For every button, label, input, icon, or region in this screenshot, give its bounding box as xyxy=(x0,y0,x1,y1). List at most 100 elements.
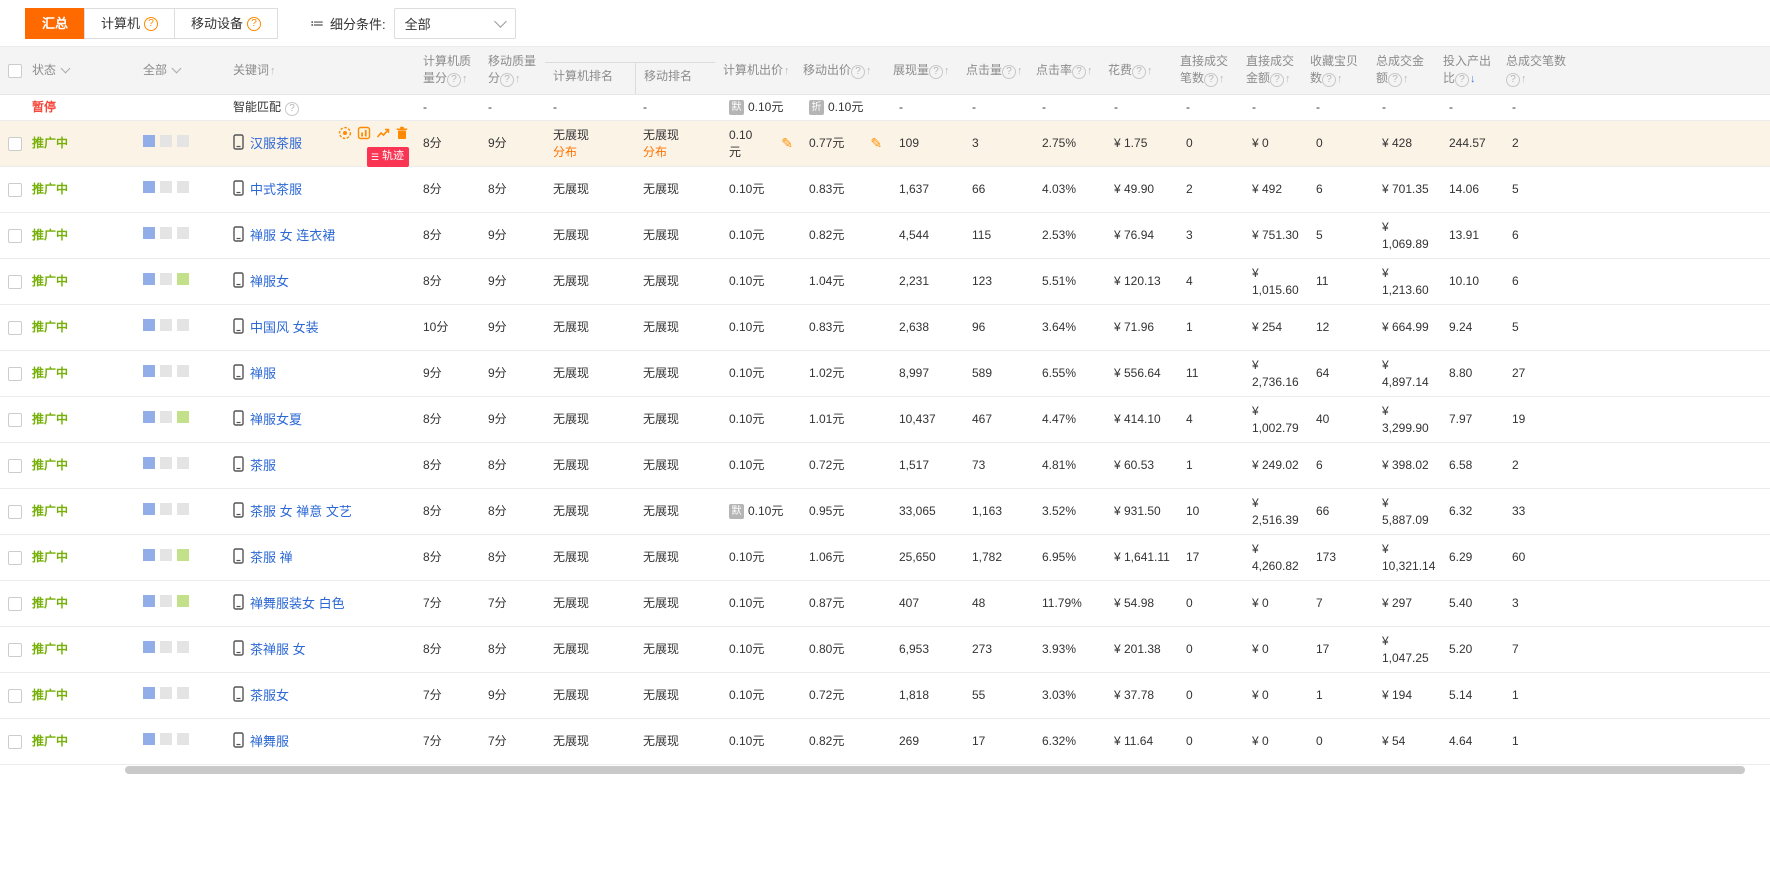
sort-asc-icon[interactable]: ↑ xyxy=(462,73,468,85)
edit-bid-icon[interactable]: ✎ xyxy=(870,135,882,152)
row-checkbox[interactable] xyxy=(8,597,22,611)
column-label[interactable]: 状态 xyxy=(32,63,56,77)
rank-distribution-link[interactable]: 分布 xyxy=(643,144,713,161)
sort-asc-icon[interactable]: ↑ xyxy=(1337,73,1343,85)
keyword-link[interactable]: 中国风 女装 xyxy=(250,320,319,335)
keyword-link[interactable]: 禅舞服 xyxy=(250,734,289,749)
mobile-bid-cell-content: 0.72元 xyxy=(809,687,883,704)
sort-asc-icon[interactable]: ↑ xyxy=(1219,73,1225,85)
column-label[interactable]: 总成交笔数 xyxy=(1506,54,1566,68)
row-checkbox[interactable] xyxy=(8,367,22,381)
keyword-link[interactable]: 汉服茶服 xyxy=(250,136,302,151)
keyword-link[interactable]: 禅舞服装女 白色 xyxy=(250,596,345,611)
keyword-link[interactable]: 茶服 禅 xyxy=(250,550,293,565)
report-icon[interactable] xyxy=(357,126,371,140)
row-checkbox[interactable] xyxy=(8,321,22,335)
delete-icon[interactable] xyxy=(395,126,409,140)
help-icon[interactable]: ? xyxy=(500,73,514,87)
track-badge[interactable]: ☰轨迹 xyxy=(367,147,409,167)
impressions-cell-value: 407 xyxy=(899,596,919,610)
roi-cell: 10.10 xyxy=(1435,259,1498,305)
sort-asc-icon[interactable]: ↑ xyxy=(1285,73,1291,85)
row-checkbox[interactable] xyxy=(8,643,22,657)
help-icon[interactable]: ? xyxy=(851,65,865,79)
keyword-link[interactable]: 禅服女 xyxy=(250,274,289,289)
row-checkbox[interactable] xyxy=(8,459,22,473)
segment-filter-select[interactable]: 全部 xyxy=(394,8,516,39)
tab-computer[interactable]: 计算机 ? xyxy=(84,8,175,39)
help-icon[interactable]: ? xyxy=(447,73,461,87)
rank-subheader[interactable]: 计算机排名 xyxy=(545,62,635,94)
impressions-cell: - xyxy=(885,95,958,121)
help-icon[interactable]: ? xyxy=(1132,65,1146,79)
sort-asc-icon[interactable]: ↑ xyxy=(1147,65,1153,77)
help-icon[interactable]: ? xyxy=(247,17,261,31)
help-icon[interactable]: ? xyxy=(144,17,158,31)
favorites-cell-value: 12 xyxy=(1316,320,1329,334)
column-label[interactable]: 花费 xyxy=(1108,63,1132,77)
favorites-cell: 0 xyxy=(1302,719,1368,765)
row-checkbox[interactable] xyxy=(8,413,22,427)
select-all-checkbox[interactable] xyxy=(8,64,22,78)
keyword-link[interactable]: 茶服 xyxy=(250,458,276,473)
sort-asc-icon[interactable]: ↑ xyxy=(866,65,872,77)
keyword-link[interactable]: 禅服女夏 xyxy=(250,412,302,427)
total-amount-cell-value: ¥ 194 xyxy=(1382,688,1412,702)
help-icon[interactable]: ? xyxy=(1270,73,1284,87)
sort-asc-icon[interactable]: ↑ xyxy=(784,65,790,77)
column-label[interactable]: 全部 xyxy=(143,63,167,77)
column-label[interactable]: 点击量 xyxy=(966,63,1002,77)
help-icon[interactable]: ? xyxy=(1388,73,1402,87)
edit-bid-icon[interactable]: ✎ xyxy=(781,135,793,152)
row-checkbox[interactable] xyxy=(8,275,22,289)
column-label[interactable]: 移动出价 xyxy=(803,63,851,77)
keyword-link[interactable]: 禅服 xyxy=(250,366,276,381)
tab-mobile-device[interactable]: 移动设备 ? xyxy=(174,8,278,39)
column-label[interactable]: 展现量 xyxy=(893,63,929,77)
help-icon[interactable]: ? xyxy=(1506,73,1520,87)
target-insight-icon[interactable] xyxy=(338,126,352,140)
help-icon[interactable]: ? xyxy=(1002,65,1016,79)
sort-asc-icon[interactable]: ↑ xyxy=(270,65,276,77)
sort-asc-icon[interactable]: ↑ xyxy=(1521,73,1527,85)
keyword-link[interactable]: 茶禅服 女 xyxy=(250,642,306,657)
row-checkbox[interactable] xyxy=(8,505,22,519)
help-icon[interactable]: ? xyxy=(1204,73,1218,87)
help-icon[interactable]: ? xyxy=(1072,65,1086,79)
sort-asc-icon[interactable]: ↑ xyxy=(944,65,950,77)
keyword-link[interactable]: 中式茶服 xyxy=(250,182,302,197)
chevron-down-icon[interactable] xyxy=(61,64,71,74)
help-icon[interactable]: ? xyxy=(1322,73,1336,87)
row-checkbox[interactable] xyxy=(8,183,22,197)
help-icon[interactable]: ? xyxy=(1455,73,1469,87)
sort-asc-icon[interactable]: ↑ xyxy=(1087,65,1093,77)
horizontal-scrollbar[interactable] xyxy=(125,766,1745,774)
column-label[interactable]: 关键词 xyxy=(233,63,269,77)
sort-asc-icon[interactable]: ↑ xyxy=(515,73,521,85)
row-checkbox[interactable] xyxy=(8,551,22,565)
column-label[interactable]: 点击率 xyxy=(1036,63,1072,77)
sort-asc-icon[interactable]: ↑ xyxy=(1017,65,1023,77)
keyword-link[interactable]: 茶服女 xyxy=(250,688,289,703)
rank-subheader[interactable]: 移动排名 xyxy=(635,62,715,94)
help-icon[interactable]: ? xyxy=(285,102,299,116)
row-checkbox[interactable] xyxy=(8,137,22,151)
quality-square-gray xyxy=(160,457,172,469)
sort-asc-icon[interactable]: ↑ xyxy=(1403,73,1409,85)
keyword-link[interactable]: 禅服 女 连衣裙 xyxy=(250,228,335,243)
help-icon[interactable]: ? xyxy=(929,65,943,79)
mobile-bid-cell: 0.82元 xyxy=(795,719,885,765)
tab-summary[interactable]: 汇总 xyxy=(25,8,85,39)
keyword-link[interactable]: 茶服 女 禅意 文艺 xyxy=(250,504,352,519)
chevron-down-icon[interactable] xyxy=(172,64,182,74)
trend-chart-icon[interactable] xyxy=(376,126,390,140)
table-row: 推广中中国风 女装10分9分无展现无展现0.10元0.83元2,638963.6… xyxy=(0,305,1770,351)
sort-desc-icon[interactable]: ↓ xyxy=(1470,73,1476,85)
direct-amount-cell: ¥ 492 xyxy=(1238,167,1302,213)
column-label[interactable]: 计算机出价 xyxy=(723,63,783,77)
rank-distribution-link[interactable]: 分布 xyxy=(553,144,633,161)
direct-orders-cell-value: 0 xyxy=(1186,688,1193,702)
row-checkbox[interactable] xyxy=(8,735,22,749)
row-checkbox[interactable] xyxy=(8,229,22,243)
row-checkbox[interactable] xyxy=(8,689,22,703)
